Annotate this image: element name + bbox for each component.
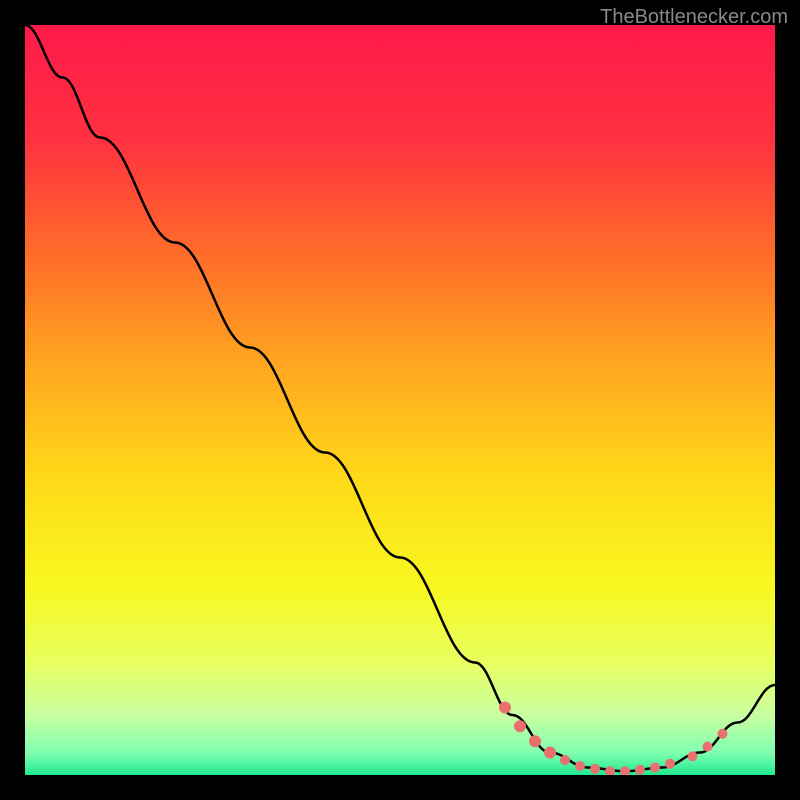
data-marker	[703, 742, 713, 752]
data-marker	[590, 764, 600, 774]
chart-svg	[25, 25, 775, 775]
data-marker	[665, 759, 675, 769]
chart-background	[25, 25, 775, 775]
data-marker	[575, 761, 585, 771]
data-marker	[544, 747, 556, 759]
data-marker	[560, 755, 570, 765]
chart-area	[25, 25, 775, 775]
data-marker	[635, 765, 645, 775]
data-marker	[514, 720, 526, 732]
watermark-text: TheBottlenecker.com	[600, 6, 788, 29]
data-marker	[688, 751, 698, 761]
data-marker	[718, 729, 728, 739]
data-marker	[529, 735, 541, 747]
data-marker	[499, 702, 511, 714]
data-marker	[650, 763, 660, 773]
